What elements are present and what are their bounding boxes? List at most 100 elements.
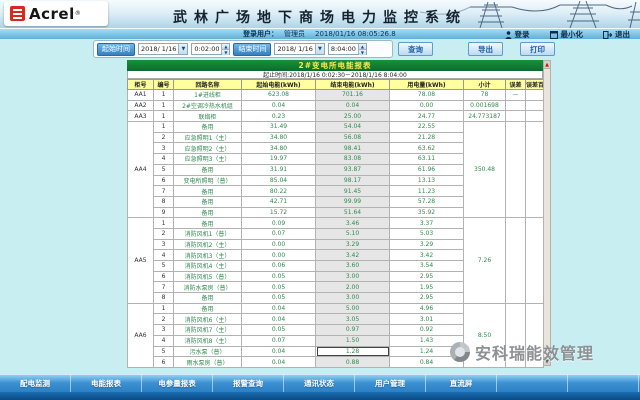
end-energy-cell[interactable]: 3.42	[316, 250, 390, 261]
error-cell[interactable]	[506, 122, 526, 218]
row-number-cell[interactable]: 5	[154, 164, 174, 175]
end-energy-cell[interactable]: 98.41	[316, 143, 390, 154]
usage-cell[interactable]: 2.95	[390, 271, 464, 282]
start-energy-cell[interactable]: 0.23	[242, 111, 316, 122]
end-energy-cell[interactable]: 51.64	[316, 207, 390, 218]
start-energy-cell[interactable]: 0.04	[242, 357, 316, 368]
usage-cell[interactable]: 63.62	[390, 143, 464, 154]
usage-cell[interactable]: 61.96	[390, 164, 464, 175]
end-energy-cell[interactable]: 0.88	[316, 357, 390, 368]
usage-cell[interactable]: 3.42	[390, 250, 464, 261]
end-energy-cell[interactable]: 5.10	[316, 228, 390, 239]
spin-down-icon[interactable]: ▼	[222, 49, 229, 55]
row-number-cell[interactable]: 2	[154, 132, 174, 143]
circuit-name-cell[interactable]: 备用	[174, 303, 242, 314]
end-energy-cell[interactable]: 91.45	[316, 186, 390, 197]
row-number-cell[interactable]: 3	[154, 239, 174, 250]
start-energy-cell[interactable]: 34.80	[242, 132, 316, 143]
start-energy-cell[interactable]: 42.71	[242, 196, 316, 207]
chevron-down-icon[interactable]: ▼	[315, 44, 324, 54]
end-energy-cell[interactable]: 0.04	[316, 100, 390, 111]
usage-cell[interactable]: 3.01	[390, 314, 464, 325]
start-energy-cell[interactable]: 0.04	[242, 346, 316, 357]
start-energy-cell[interactable]: 31.49	[242, 122, 316, 133]
usage-cell[interactable]: 21.28	[390, 132, 464, 143]
circuit-name-cell[interactable]: 应急照明3（主）	[174, 154, 242, 165]
row-number-cell[interactable]: 1	[154, 303, 174, 314]
circuit-name-cell[interactable]: 消防风机1（普）	[174, 228, 242, 239]
start-energy-cell[interactable]: 31.91	[242, 164, 316, 175]
nav-item-电能报表[interactable]: 电能报表	[71, 375, 142, 392]
circuit-name-cell[interactable]: 应急照明1（主）	[174, 132, 242, 143]
start-energy-cell[interactable]: 623.08	[242, 90, 316, 101]
circuit-name-cell[interactable]: 2#空调冷热水机组	[174, 100, 242, 111]
row-number-cell[interactable]: 5	[154, 261, 174, 272]
circuit-name-cell[interactable]: 消防风机5（普）	[174, 271, 242, 282]
cabinet-cell[interactable]: AA6	[128, 303, 154, 367]
row-number-cell[interactable]: 1	[154, 111, 174, 122]
start-energy-cell[interactable]: 0.00	[242, 239, 316, 250]
end-energy-cell[interactable]: 3.05	[316, 314, 390, 325]
row-number-cell[interactable]: 1	[154, 218, 174, 229]
end-energy-cell[interactable]: 56.08	[316, 132, 390, 143]
row-number-cell[interactable]: 5	[154, 346, 174, 357]
usage-cell[interactable]: 22.55	[390, 122, 464, 133]
error-percent-cell[interactable]	[526, 218, 544, 304]
circuit-name-cell[interactable]: 备用	[174, 122, 242, 133]
row-number-cell[interactable]: 4	[154, 250, 174, 261]
nav-item-电参量报表[interactable]: 电参量报表	[142, 375, 213, 392]
scroll-up-icon[interactable]: ▲	[544, 61, 550, 69]
row-number-cell[interactable]: 7	[154, 282, 174, 293]
start-time-button[interactable]: 起始时间	[97, 43, 135, 56]
usage-cell[interactable]: 24.77	[390, 111, 464, 122]
usage-cell[interactable]: 2.95	[390, 293, 464, 304]
end-time-button[interactable]: 结束时间	[233, 43, 271, 56]
chevron-down-icon[interactable]: ▼	[178, 44, 187, 54]
usage-cell[interactable]: 5.03	[390, 228, 464, 239]
error-cell[interactable]: —	[506, 90, 526, 101]
row-number-cell[interactable]: 1	[154, 100, 174, 111]
circuit-name-cell[interactable]: 雨水泵房（普）	[174, 357, 242, 368]
circuit-name-cell[interactable]: 消防风机6（主）	[174, 314, 242, 325]
usage-cell[interactable]: 63.11	[390, 154, 464, 165]
error-cell[interactable]	[506, 111, 526, 122]
nav-item-通讯状态[interactable]: 通讯状态	[284, 375, 355, 392]
print-button[interactable]: 打印	[520, 42, 555, 56]
start-energy-cell[interactable]: 80.22	[242, 186, 316, 197]
cabinet-cell[interactable]: AA2	[128, 100, 154, 111]
circuit-name-cell[interactable]: 备用	[174, 293, 242, 304]
end-energy-cell[interactable]: 3.60	[316, 261, 390, 272]
subtotal-cell[interactable]: 0.001698	[464, 100, 506, 111]
export-button[interactable]: 导出	[468, 42, 503, 56]
circuit-name-cell[interactable]: 备用	[174, 186, 242, 197]
row-number-cell[interactable]: 8	[154, 293, 174, 304]
error-percent-cell[interactable]	[526, 122, 544, 218]
end-energy-cell[interactable]: 99.99	[316, 196, 390, 207]
nav-item-报警查询[interactable]: 报警查询	[213, 375, 284, 392]
end-energy-cell[interactable]: 5.00	[316, 303, 390, 314]
usage-cell[interactable]: 3.37	[390, 218, 464, 229]
circuit-name-cell[interactable]: 消防风机2（主）	[174, 239, 242, 250]
row-number-cell[interactable]: 7	[154, 186, 174, 197]
start-energy-cell[interactable]: 19.97	[242, 154, 316, 165]
circuit-name-cell[interactable]: 备用	[174, 164, 242, 175]
end-energy-cell[interactable]: 0.97	[316, 325, 390, 336]
start-energy-cell[interactable]: 0.04	[242, 314, 316, 325]
start-energy-cell[interactable]: 0.05	[242, 282, 316, 293]
vertical-scrollbar[interactable]: ▲ ▼	[543, 60, 551, 366]
spin-down-icon[interactable]: ▼	[359, 49, 366, 55]
end-energy-cell[interactable]: 2.00	[316, 282, 390, 293]
row-number-cell[interactable]: 4	[154, 154, 174, 165]
start-date-select[interactable]: 2018/ 1/16 ▼	[138, 43, 188, 55]
circuit-name-cell[interactable]: 应急照明2（主）	[174, 143, 242, 154]
subtotal-cell[interactable]: 350.48	[464, 122, 506, 218]
usage-cell[interactable]: 1.95	[390, 282, 464, 293]
row-number-cell[interactable]: 3	[154, 143, 174, 154]
start-energy-cell[interactable]: 15.72	[242, 207, 316, 218]
end-energy-cell[interactable]: 1.28	[316, 346, 390, 357]
circuit-name-cell[interactable]: 消防水泵房（普）	[174, 282, 242, 293]
usage-cell[interactable]: 3.29	[390, 239, 464, 250]
end-energy-cell[interactable]: 3.46	[316, 218, 390, 229]
cabinet-cell[interactable]: AA4	[128, 122, 154, 218]
row-number-cell[interactable]: 9	[154, 207, 174, 218]
